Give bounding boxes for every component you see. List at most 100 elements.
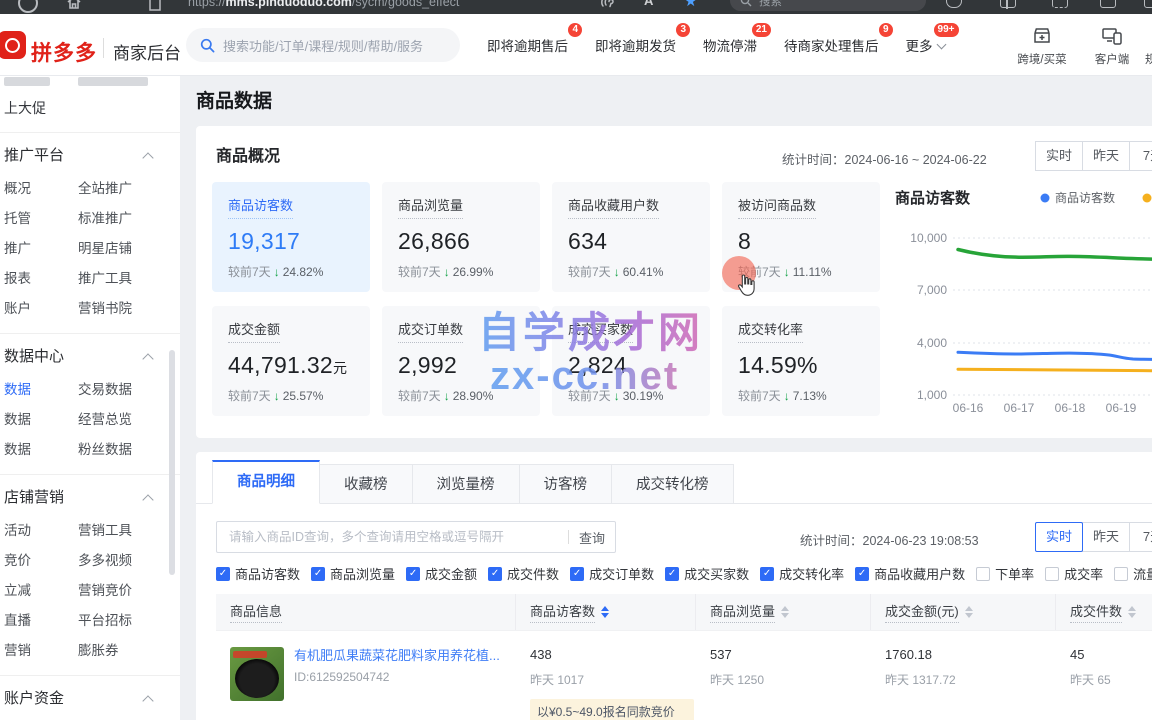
browser-search-box[interactable]: 搜索 [730, 0, 926, 11]
nav-overdue-shipping[interactable]: 即将逾期发货3 [595, 35, 676, 55]
sidebar-item-promo[interactable]: 上大促 [0, 93, 180, 123]
quick-link-client[interactable]: 客户端 [1082, 25, 1142, 67]
sidebar-item[interactable]: 立减 [4, 583, 31, 598]
period-7day-button[interactable]: 7天 [1129, 522, 1152, 552]
period-realtime-button[interactable]: 实时 [1035, 522, 1083, 552]
nav-more[interactable]: 更多99+ [906, 35, 945, 55]
sidebar-section-account-funds[interactable]: 账户资金 [0, 681, 180, 717]
period-realtime-button[interactable]: 实时 [1035, 141, 1083, 171]
sidebar-item[interactable]: 活动 [4, 523, 31, 538]
sidebar-item[interactable]: 数据 [4, 442, 31, 457]
split-screen-icon[interactable] [1000, 0, 1016, 8]
stat-card-buyer-count[interactable]: 成交买家数 2,824 较前7天↓30.19% [552, 306, 710, 416]
nav-pending-aftersale[interactable]: 待商家处理售后9 [784, 35, 879, 55]
metric-checkbox[interactable]: 成交率 [1045, 564, 1103, 583]
tab-views-rank[interactable]: 浏览量榜 [413, 464, 520, 504]
nav-overdue-aftersale[interactable]: 即将逾期售后4 [487, 35, 568, 55]
sort-icon[interactable] [1128, 606, 1136, 618]
sidebar-item[interactable]: 概况 [4, 181, 31, 196]
pinduoduo-logo-icon[interactable] [0, 31, 26, 59]
stat-card-product-views[interactable]: 商品浏览量 26,866 较前7天↓26.99% [382, 182, 540, 292]
search-icon [740, 0, 752, 7]
sidebar-item[interactable]: 数据 [4, 412, 31, 427]
sidebar-item[interactable]: 推广 [4, 241, 31, 256]
quick-link-rules[interactable]: 规则中心 [1138, 25, 1152, 67]
text-size-icon[interactable]: A [644, 0, 653, 8]
sidebar-item[interactable]: 粉丝数据 [78, 435, 132, 465]
sort-icon[interactable] [781, 606, 789, 618]
home-icon[interactable] [66, 0, 82, 10]
sidebar-item[interactable]: 经营总览 [78, 405, 132, 435]
sidebar-scrollbar[interactable] [169, 350, 175, 575]
sort-icon[interactable] [965, 606, 973, 618]
legend-dot-blue[interactable] [1041, 194, 1050, 203]
metric-checkbox[interactable]: 成交买家数 [665, 564, 749, 583]
sidebar-item[interactable]: 竞价 [4, 553, 31, 568]
pinduoduo-logo-text[interactable]: 拼多多 [31, 37, 97, 67]
legend-label[interactable]: 商品访客数 [1055, 190, 1115, 205]
sidebar-item[interactable]: 明星店铺 [78, 234, 132, 264]
metric-checkbox[interactable]: 流量损失 [1114, 564, 1152, 583]
product-title-link[interactable]: 有机肥瓜果蔬菜花肥料家用养花植... [294, 647, 500, 665]
sidebar-item[interactable]: 直播 [4, 613, 31, 628]
tab-conversion-rank[interactable]: 成交转化榜 [612, 464, 734, 504]
metric-checkbox[interactable]: 成交订单数 [570, 564, 654, 583]
sort-icon[interactable] [601, 606, 609, 618]
sidebar-item[interactable]: 托管 [4, 211, 31, 226]
quick-link-crossborder[interactable]: 跨境/买菜 [1012, 25, 1072, 67]
sidebar-item[interactable]: 营销 [4, 643, 31, 658]
sidebar-item[interactable]: 账户 [4, 301, 31, 316]
stat-card-order-count[interactable]: 成交订单数 2,992 较前7天↓28.90% [382, 306, 540, 416]
favorite-star-icon[interactable]: ★ [684, 0, 697, 10]
sidebar-item[interactable]: 推广工具 [78, 264, 132, 294]
collections-icon[interactable] [1052, 0, 1068, 8]
query-button[interactable]: 查询 [579, 528, 605, 547]
settings-icon[interactable] [1144, 0, 1152, 8]
sidebar-item-product-data[interactable]: 数据 [4, 382, 31, 397]
stat-card-product-visitors[interactable]: 商品访客数 19,317 较前7天↓24.82% [212, 182, 370, 292]
address-bar[interactable]: https://mms.pinduoduo.com/sycm/goods_eff… [188, 0, 459, 9]
tab-visitors-rank[interactable]: 访客榜 [520, 464, 613, 504]
tab-favorites-rank[interactable]: 收藏榜 [320, 464, 413, 504]
cell-views-prev: 昨天 1250 [710, 671, 764, 688]
metric-checkbox[interactable]: 商品收藏用户数 [855, 564, 965, 583]
period-yesterday-button[interactable]: 昨天 [1082, 141, 1130, 171]
sidebar-item[interactable]: 标准推广 [78, 204, 132, 234]
period-7day-button[interactable]: 7天 [1129, 141, 1152, 171]
promo-bid-chip[interactable]: 以¥0.5~49.0报名同款竞价 [530, 699, 694, 720]
extensions-icon[interactable] [946, 0, 962, 8]
column-amount: 成交金额(元) [885, 601, 959, 623]
metric-checkbox[interactable]: 商品访客数 [216, 564, 300, 583]
stat-card-transaction-amount[interactable]: 成交金额 44,791.32元 较前7天↓25.57% [212, 306, 370, 416]
metric-checkbox[interactable]: 商品浏览量 [311, 564, 395, 583]
sidebar-item[interactable]: 营销书院 [78, 294, 132, 324]
sidebar-item[interactable]: 膨胀券 [78, 636, 119, 666]
product-thumbnail[interactable] [230, 647, 284, 701]
metric-checkbox[interactable]: 成交转化率 [760, 564, 844, 583]
sidebar-item[interactable]: 多多视频 [78, 546, 132, 576]
sidebar-section-promotion-platform[interactable]: 推广平台 [0, 138, 180, 174]
portal-title: 商家后台 [113, 39, 181, 64]
product-id-input[interactable] [227, 529, 558, 545]
stat-card-favorite-users[interactable]: 商品收藏用户数 634 较前7天↓60.41% [552, 182, 710, 292]
sidebar-item[interactable]: 营销工具 [78, 516, 132, 546]
sidebar-item[interactable]: 报表 [4, 271, 31, 286]
nav-logistics-stalled[interactable]: 物流停滞21 [703, 35, 757, 55]
header-search-box[interactable]: 搜索功能/订单/课程/规则/帮助/服务 [186, 28, 460, 62]
apps-icon[interactable] [1100, 0, 1116, 8]
sidebar-item[interactable]: 平台招标 [78, 606, 132, 636]
metric-checkbox[interactable]: 下单率 [976, 564, 1034, 583]
stat-card-conversion-rate[interactable]: 成交转化率 14.59% 较前7天↓7.13% [722, 306, 880, 416]
sidebar-item[interactable]: 交易数据 [78, 375, 132, 405]
sidebar-section-data-center[interactable]: 数据中心 [0, 339, 180, 375]
tab-product-detail[interactable]: 商品明细 [212, 460, 320, 504]
metric-checkbox[interactable]: 成交金额 [406, 564, 477, 583]
sidebar-item[interactable]: 全站推广 [78, 174, 132, 204]
immersive-reader-icon[interactable] [600, 0, 615, 9]
legend-dot-yellow[interactable] [1143, 194, 1152, 203]
period-yesterday-button[interactable]: 昨天 [1082, 522, 1130, 552]
sidebar-item[interactable]: 营销竞价 [78, 576, 132, 606]
sidebar-section-shop-marketing[interactable]: 店铺营销 [0, 480, 180, 516]
refresh-icon[interactable] [18, 0, 38, 13]
metric-checkbox[interactable]: 成交件数 [488, 564, 559, 583]
